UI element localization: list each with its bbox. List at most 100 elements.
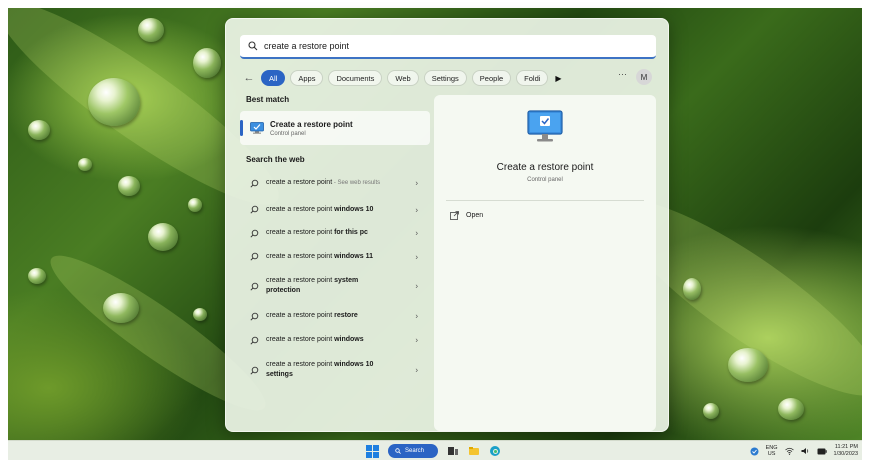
system-restore-icon [527, 110, 563, 142]
language-indicator[interactable]: ENG US [766, 445, 778, 458]
water-drop [778, 398, 804, 420]
water-drop [683, 278, 701, 300]
system-tray: ENG US 11:21 PM 1/30/2023 [750, 442, 858, 460]
filter-tabs: ← All Apps Documents Web Settings People… [242, 69, 656, 87]
more-options-button[interactable]: ··· [618, 69, 627, 79]
water-drop [728, 348, 768, 382]
tab-folders[interactable]: Foldi [516, 70, 549, 86]
clock-date: 1/30/2023 [833, 451, 858, 457]
search-icon [250, 179, 259, 188]
web-result-item[interactable]: create a restore point system protection… [240, 268, 430, 304]
chevron-right-icon: › [415, 335, 418, 345]
best-match-heading: Best match [246, 95, 290, 104]
water-drop [103, 293, 139, 323]
search-icon [250, 205, 259, 214]
web-results: create a restore point - See web results… [240, 168, 430, 388]
open-label: Open [466, 212, 484, 219]
windows-start-icon[interactable] [366, 444, 379, 458]
results-list: Best match Create a restore point Contro… [240, 95, 430, 388]
chevron-right-icon: › [415, 178, 418, 188]
best-match-item[interactable]: Create a restore point Control panel [240, 111, 430, 145]
file-explorer-icon[interactable] [468, 445, 480, 457]
web-result-text: create a restore point windows 10 [266, 205, 374, 213]
water-drop [193, 308, 207, 321]
chevron-right-icon: › [415, 365, 418, 375]
taskbar: Search ENG US 11:21 PM 1/30/2023 [8, 440, 862, 460]
open-external-icon [450, 211, 459, 220]
water-drop [88, 78, 140, 126]
web-result-item[interactable]: create a restore point windows 10 › [240, 198, 430, 221]
water-drop [118, 176, 140, 196]
clock[interactable]: 11:21 PM 1/30/2023 [834, 444, 858, 458]
network-status-icon[interactable] [750, 447, 759, 456]
tab-web[interactable]: Web [387, 70, 419, 86]
search-icon [250, 336, 259, 345]
taskbar-search-button[interactable]: Search [388, 444, 438, 458]
battery-icon[interactable] [817, 448, 827, 455]
web-result-text: create a restore point restore [266, 312, 358, 319]
region-code: US [767, 451, 776, 457]
edge-browser-icon[interactable] [489, 445, 501, 457]
preview-pane: Create a restore point Control panel Ope… [434, 95, 656, 431]
search-icon [250, 229, 259, 238]
tab-people[interactable]: People [471, 70, 512, 86]
web-result-text: create a restore point windows 11 [266, 252, 373, 260]
web-result-text: create a restore point for this pc [266, 229, 368, 236]
volume-icon[interactable] [801, 447, 810, 455]
water-drop [78, 158, 92, 171]
web-result-text: create a restore point - See web results [266, 179, 381, 186]
water-drop [703, 403, 719, 419]
web-result-text: create a restore point windows 10 settin… [266, 361, 374, 378]
search-icon [395, 448, 401, 454]
wifi-icon[interactable] [784, 447, 794, 455]
chevron-right-icon: › [415, 205, 418, 214]
chevron-right-icon: › [415, 311, 418, 321]
search-icon [248, 41, 258, 51]
preview-subtitle: Control panel [527, 177, 563, 183]
search-icon [250, 366, 259, 375]
back-arrow-icon[interactable]: ← [242, 72, 256, 84]
search-icon [250, 282, 259, 291]
tab-settings[interactable]: Settings [423, 70, 467, 86]
web-result-item[interactable]: create a restore point restore › [240, 304, 430, 328]
task-view-icon[interactable] [447, 445, 459, 457]
water-drop [148, 223, 178, 251]
water-drop [28, 120, 50, 140]
best-match-subtitle: Control panel [270, 130, 306, 137]
web-result-text: create a restore point windows [266, 336, 364, 343]
preview-title: Create a restore point [496, 162, 594, 173]
selection-indicator [240, 120, 243, 136]
chevron-right-icon: › [415, 228, 418, 238]
search-input[interactable]: create a restore point [240, 35, 656, 59]
best-match-title: Create a restore point [270, 119, 353, 129]
water-drop [188, 198, 202, 212]
scroll-right-icon[interactable]: ▶ [555, 74, 561, 83]
screenshot-frame: create a restore point ← All Apps Docume… [0, 0, 869, 460]
water-drop [193, 48, 221, 78]
water-drop [28, 268, 46, 284]
web-results-heading: Search the web [246, 155, 305, 164]
web-result-item[interactable]: create a restore point windows 11 › [240, 245, 430, 268]
search-panel: create a restore point ← All Apps Docume… [225, 18, 669, 432]
clock-time: 11:21 PM [834, 444, 858, 450]
open-action[interactable]: Open [450, 211, 483, 220]
system-restore-icon [250, 122, 264, 134]
taskbar-search-label: Search [405, 448, 425, 454]
divider [446, 200, 644, 201]
chevron-right-icon: › [415, 252, 418, 261]
web-result-item[interactable]: create a restore point windows › [240, 328, 430, 352]
search-query: create a restore point [264, 41, 350, 51]
search-icon [250, 252, 259, 261]
water-drop [138, 18, 164, 42]
web-result-item[interactable]: create a restore point windows 10 settin… [240, 352, 430, 388]
tab-apps[interactable]: Apps [290, 70, 324, 86]
web-result-text: create a restore point system protection [266, 277, 359, 294]
web-result-item[interactable]: create a restore point - See web results… [240, 168, 430, 198]
avatar[interactable]: M [636, 69, 652, 85]
tab-documents[interactable]: Documents [328, 70, 383, 86]
chevron-right-icon: › [415, 281, 418, 291]
taskbar-center: Search [366, 443, 501, 459]
search-icon [250, 312, 259, 321]
web-result-item[interactable]: create a restore point for this pc › [240, 221, 430, 245]
tab-all[interactable]: All [261, 70, 286, 86]
